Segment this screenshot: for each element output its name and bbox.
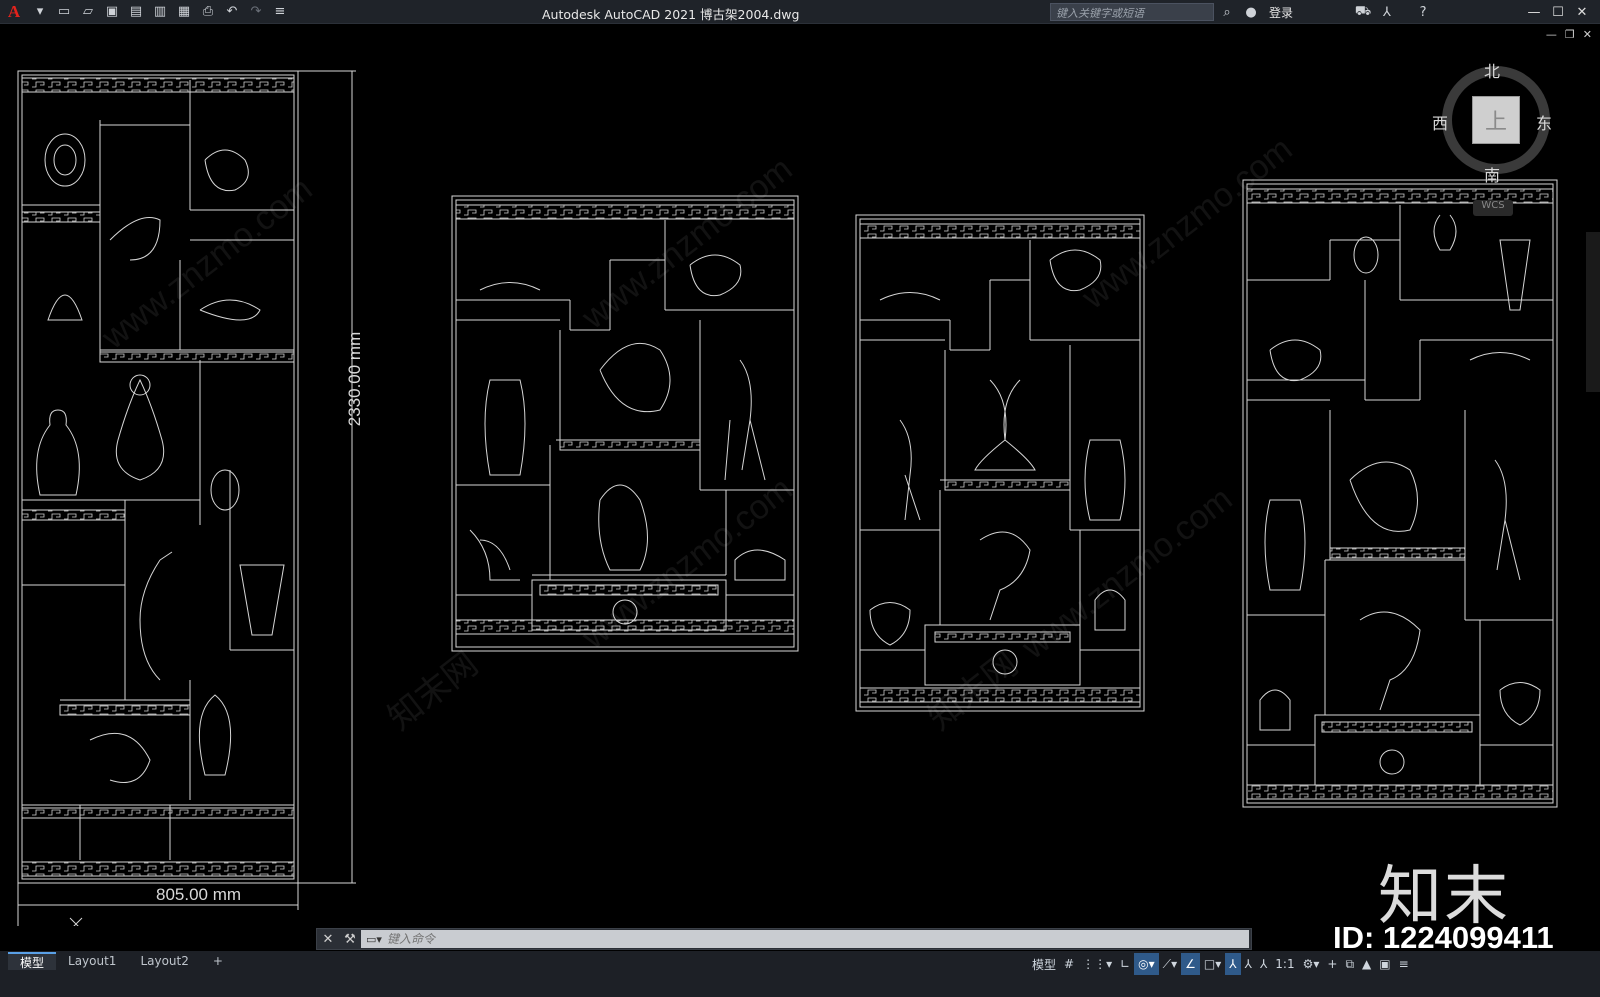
model-space-toggle[interactable]: 模型 [1028,953,1060,975]
cad-drawing [17,70,1558,926]
grid-icon[interactable]: # [1060,953,1078,975]
command-line: ✕ ⚒ ▭▾ [316,928,1252,950]
save-icon[interactable]: ▣ [102,2,122,22]
open-icon[interactable]: ▱ [78,2,98,22]
viewcube[interactable]: 上 北 南 西 东 [1426,58,1576,188]
add-layout-button[interactable]: + [201,952,235,970]
tab-layout2[interactable]: Layout2 [128,952,200,970]
snap-icon[interactable]: ⋮⋮▾ [1078,953,1116,975]
navigation-bar[interactable] [1586,232,1600,392]
undo-icon[interactable]: ↶ [222,2,242,22]
right-tools: ⌕ ● 登录 ⛟ ⅄ ? [1215,0,1435,24]
wcs-menu[interactable]: WCS [1473,200,1513,216]
command-input[interactable] [387,932,1249,946]
command-input-wrap: ▭▾ [361,930,1249,948]
publish-icon[interactable]: ▦ [174,2,194,22]
width-dimension-text: 805.00 mm [156,885,242,904]
ortho-icon[interactable]: ∟ [1116,953,1134,975]
annotation-scale-icon[interactable]: ⅄ [1256,953,1271,975]
search-icon[interactable]: ⌕ [1217,2,1237,22]
cabinet-4 [1242,179,1558,808]
plot-preview-icon[interactable]: ▥ [150,2,170,22]
height-dimension-text: 2330.00 mm [345,331,364,427]
window-controls: — ☐ ✕ [1522,0,1594,24]
isolate-icon[interactable]: ⧉ [1341,953,1358,975]
gear-icon[interactable]: ⚙▾ [1299,953,1324,975]
doc-close-button[interactable]: ✕ [1583,28,1592,41]
redo-icon[interactable]: ↷ [246,2,266,22]
window-title: Autodesk AutoCAD 2021 博古架2004.dwg [542,7,800,22]
object-snap-icon[interactable]: □▾ [1200,953,1225,975]
bottom-bar: 模型 Layout1 Layout2 + 模型 # ⋮⋮▾ ∟ ◎▾ ⟋▾ ∠ … [0,951,1600,997]
tab-layout1[interactable]: Layout1 [56,952,128,970]
search-input[interactable]: 键入关键字或短语 [1050,3,1214,21]
layout-tabs: 模型 Layout1 Layout2 + [8,951,235,971]
app-menu-arrow-icon[interactable]: ▾ [30,2,50,22]
command-history-icon[interactable]: ▭▾ [361,931,387,947]
wrench-icon[interactable]: ⚒ [339,932,361,947]
customize-icon[interactable]: ≡ [270,2,290,22]
annotation-scale-value[interactable]: 1:1 [1271,953,1298,975]
title-bar: A ▾ ▭ ▱ ▣ ▤ ▥ ▦ ⎙ ↶ ↷ ≡ Autodesk AutoCAD… [0,0,1600,24]
drawing-canvas[interactable]: 2330.00 mm 805.00 mm www.znzmo.com www.z… [0,24,1600,926]
status-bar: 模型 # ⋮⋮▾ ∟ ◎▾ ⟋▾ ∠ □▾ ⅄ ⅄ ⅄ 1:1 ⚙▾ + ⧉ ▲… [1028,951,1413,977]
object-snap-tracking-icon[interactable]: ∠ [1181,953,1200,975]
close-icon[interactable]: ✕ [317,932,339,947]
isodraft-icon[interactable]: ⟋▾ [1159,953,1181,975]
maximize-button[interactable]: ☐ [1546,5,1570,20]
annotation-autoscale-icon[interactable]: ⅄ [1241,953,1256,975]
cart-icon[interactable]: ⛟ [1353,2,1373,22]
minimize-button[interactable]: — [1522,5,1546,20]
login-button[interactable]: 登录 [1269,4,1293,21]
autodesk-app-icon[interactable]: ⅄ [1377,2,1397,22]
saveas-icon[interactable]: ▤ [126,2,146,22]
annotation-visibility-icon[interactable]: ⅄ [1225,953,1241,975]
tab-model[interactable]: 模型 [8,952,57,970]
compass-north[interactable]: 北 [1484,58,1500,82]
clean-screen-icon[interactable]: ▣ [1375,953,1394,975]
doc-minimize-button[interactable]: — [1546,28,1557,41]
cabinet-1 [17,70,299,884]
close-button[interactable]: ✕ [1570,5,1594,20]
help-icon[interactable]: ? [1413,2,1433,22]
cabinet-2 [451,195,799,652]
customization-icon[interactable]: ≡ [1395,953,1413,975]
polar-icon[interactable]: ◎▾ [1134,953,1159,975]
doc-restore-button[interactable]: ❐ [1565,28,1575,41]
new-icon[interactable]: ▭ [54,2,74,22]
document-window-controls: — ❐ ✕ [1546,28,1592,41]
compass-west[interactable]: 西 [1432,110,1448,134]
compass-east[interactable]: 东 [1536,110,1552,134]
compass-south[interactable]: 南 [1484,162,1500,186]
plus-icon[interactable]: + [1323,953,1341,975]
autocad-logo-icon[interactable]: A [0,0,28,24]
user-icon[interactable]: ● [1241,2,1261,22]
print-icon[interactable]: ⎙ [198,2,218,22]
hardware-acceleration-icon[interactable]: ▲ [1358,953,1375,975]
viewcube-top-face[interactable]: 上 [1472,96,1520,144]
